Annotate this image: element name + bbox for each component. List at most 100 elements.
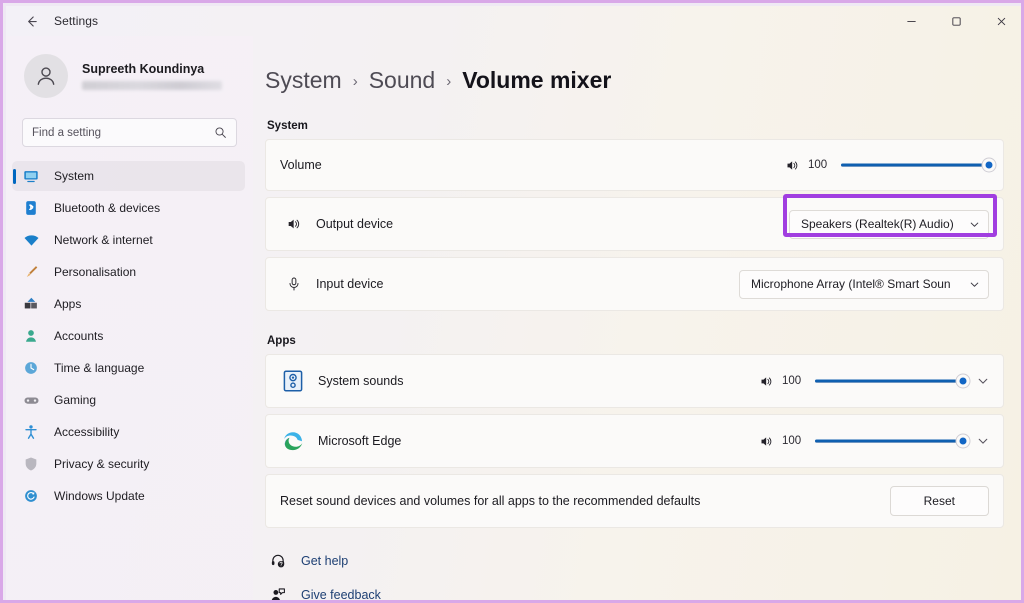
sidebar-item-apps[interactable]: Apps (12, 289, 245, 319)
input-device-label: Input device (316, 277, 384, 291)
chevron-down-icon[interactable] (977, 435, 989, 447)
profile-text: Supreeth Koundinya (82, 62, 222, 90)
back-button[interactable] (14, 7, 48, 35)
content-pane: System › Sound › Volume mixer System Vol… (253, 36, 1021, 602)
get-help-label: Get help (301, 554, 349, 568)
search-icon (214, 126, 227, 139)
speaker-icon (280, 216, 308, 232)
bluetooth-icon (20, 200, 42, 216)
input-device-dropdown[interactable]: Microphone Array (Intel® Smart Soun (739, 269, 989, 299)
gamepad-icon (20, 392, 42, 409)
output-device-label: Output device (316, 217, 394, 231)
sidebar-item-label: Accounts (54, 329, 104, 343)
person-icon (37, 67, 55, 85)
wifi-icon (20, 232, 42, 249)
give-feedback-link[interactable]: Give feedback (267, 582, 1004, 602)
close-button[interactable] (979, 6, 1021, 36)
app-name: Microsoft Edge (318, 434, 402, 448)
window-body: Supreeth Koundinya Find a setting System… (6, 36, 1021, 602)
slider-fill (815, 439, 963, 443)
minimize-button[interactable] (889, 6, 934, 36)
slider-fill (841, 163, 989, 167)
section-label-system: System (267, 120, 308, 132)
page-title: Volume mixer (462, 66, 612, 93)
search-input[interactable] (32, 126, 214, 139)
app-volume-value: 100 (782, 435, 802, 447)
shield-icon (20, 456, 42, 472)
app-volume-value: 100 (782, 375, 802, 387)
volume-label: Volume (280, 158, 322, 172)
app-volume-slider-group: 100 (759, 432, 970, 450)
slider-thumb[interactable] (956, 434, 970, 448)
reset-description: Reset sound devices and volumes for all … (280, 494, 701, 508)
app-row-microsoft-edge: Microsoft Edge 100 (265, 414, 1004, 468)
app-volume-slider-group: 100 (759, 372, 970, 390)
feedback-icon (267, 587, 289, 600)
volume-row: Volume 100 (265, 139, 1004, 191)
section-label-apps: Apps (267, 335, 296, 347)
output-device-dropdown[interactable]: Speakers (Realtek(R) Audio) (789, 209, 989, 239)
monitor-icon (20, 168, 42, 184)
minimize-icon (907, 20, 916, 22)
slider-thumb[interactable] (982, 158, 996, 172)
sidebar-item-gaming[interactable]: Gaming (12, 385, 245, 415)
speaker-icon (759, 374, 774, 389)
sidebar-item-label: Privacy & security (54, 457, 150, 471)
accessibility-icon (20, 424, 42, 440)
profile-email-redacted (82, 81, 222, 90)
breadcrumb-sound[interactable]: Sound (369, 67, 436, 94)
chevron-right-icon: › (446, 72, 452, 90)
reset-row: Reset sound devices and volumes for all … (265, 474, 1004, 528)
volume-slider[interactable] (841, 156, 996, 174)
output-device-row: Output device Speakers (Realtek(R) Audio… (265, 194, 1004, 251)
sidebar-nav: System Bluetooth & devices Network & int… (6, 161, 253, 511)
settings-window: Settings Supreeth Koundinya Find a setti… (6, 6, 1021, 602)
settings-window-root: Settings Supreeth Koundinya Find a setti… (0, 0, 1024, 603)
brush-icon (20, 264, 42, 280)
app-title: Settings (54, 14, 99, 28)
update-icon (20, 488, 42, 504)
slider-thumb[interactable] (956, 374, 970, 388)
system-sounds-icon (280, 368, 306, 394)
sidebar-item-accessibility[interactable]: Accessibility (12, 417, 245, 447)
input-device-row: Input device Microphone Array (Intel® Sm… (265, 257, 1004, 311)
close-icon (997, 17, 1006, 25)
app-name: System sounds (318, 374, 404, 388)
search-box[interactable] (22, 118, 237, 147)
sidebar-item-accounts[interactable]: Accounts (12, 321, 245, 351)
app-volume-slider[interactable] (815, 372, 970, 390)
breadcrumb-system[interactable]: System (265, 67, 342, 94)
sidebar-item-bluetooth-devices[interactable]: Bluetooth & devices (12, 193, 245, 223)
sidebar-item-time-language[interactable]: Time & language (12, 353, 245, 383)
sidebar-item-label: System (54, 169, 95, 183)
sidebar-item-system[interactable]: System (12, 161, 245, 191)
app-volume-slider[interactable] (815, 432, 970, 450)
maximize-button[interactable] (934, 6, 979, 36)
sidebar-item-privacy-security[interactable]: Privacy & security (12, 449, 245, 479)
sidebar-item-label: Time & language (54, 361, 145, 375)
account-icon (20, 328, 42, 344)
chevron-down-icon[interactable] (977, 375, 989, 387)
app-row-system-sounds: System sounds 100 (265, 354, 1004, 408)
sidebar-item-label: Windows Update (54, 489, 145, 503)
breadcrumb: System › Sound › Volume mixer (265, 62, 1004, 98)
speaker-icon (759, 434, 774, 449)
get-help-link[interactable]: Get help (267, 548, 1004, 574)
give-feedback-label: Give feedback (301, 588, 381, 602)
help-icon (267, 553, 289, 569)
microphone-icon (280, 276, 308, 292)
chevron-down-icon (969, 219, 980, 230)
avatar (24, 54, 68, 98)
sidebar-item-label: Accessibility (54, 425, 120, 439)
sidebar: Supreeth Koundinya Find a setting System… (6, 36, 253, 600)
user-profile[interactable]: Supreeth Koundinya (20, 48, 243, 104)
slider-fill (815, 379, 963, 383)
sidebar-item-windows-update[interactable]: Windows Update (12, 481, 245, 511)
sidebar-item-personalisation[interactable]: Personalisation (12, 257, 245, 287)
sidebar-item-label: Apps (54, 297, 82, 311)
apps-icon (20, 296, 42, 312)
reset-button[interactable]: Reset (889, 486, 989, 516)
volume-slider-group: 100 (785, 156, 996, 174)
sidebar-item-network-internet[interactable]: Network & internet (12, 225, 245, 255)
input-device-value: Microphone Array (Intel® Smart Soun (751, 277, 951, 291)
